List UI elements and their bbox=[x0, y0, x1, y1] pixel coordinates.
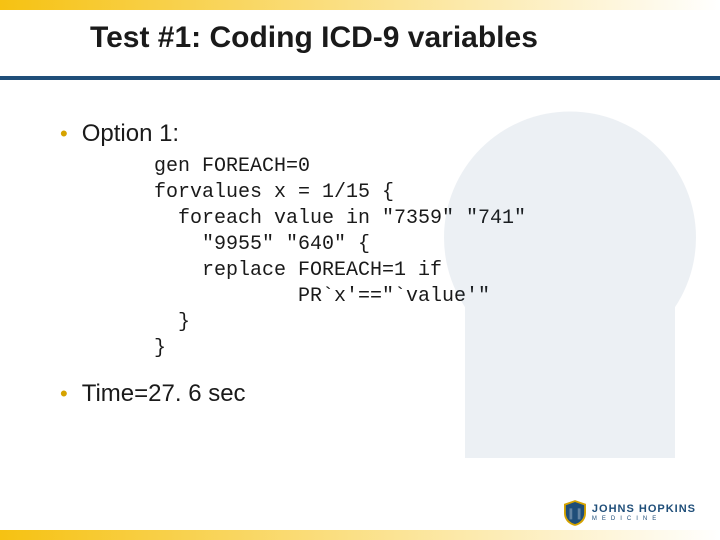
brand-block: JOHNS HOPKINS MEDICINE bbox=[564, 500, 696, 526]
bottom-accent-bar bbox=[0, 530, 720, 540]
title-area: Test #1: Coding ICD-9 variables bbox=[0, 10, 720, 62]
bullet-option: • Option 1: bbox=[60, 120, 660, 148]
footer: JOHNS HOPKINS MEDICINE bbox=[0, 530, 720, 540]
bullet-option-label: Option 1: bbox=[82, 120, 179, 148]
bullet-time: • Time=27. 6 sec bbox=[60, 380, 660, 408]
slide-title: Test #1: Coding ICD-9 variables bbox=[90, 20, 660, 56]
brand-name: JOHNS HOPKINS bbox=[592, 504, 696, 515]
code-block: gen FOREACH=0 forvalues x = 1/15 { forea… bbox=[154, 154, 660, 362]
bullet-icon: • bbox=[60, 380, 68, 408]
content-area: • Option 1: gen FOREACH=0 forvalues x = … bbox=[0, 80, 720, 408]
brand-text: JOHNS HOPKINS MEDICINE bbox=[592, 504, 696, 522]
bullet-icon: • bbox=[60, 120, 68, 148]
shield-icon bbox=[564, 500, 586, 526]
bullet-time-label: Time=27. 6 sec bbox=[82, 380, 246, 408]
top-accent-bar bbox=[0, 0, 720, 10]
brand-subtext: MEDICINE bbox=[592, 516, 696, 522]
